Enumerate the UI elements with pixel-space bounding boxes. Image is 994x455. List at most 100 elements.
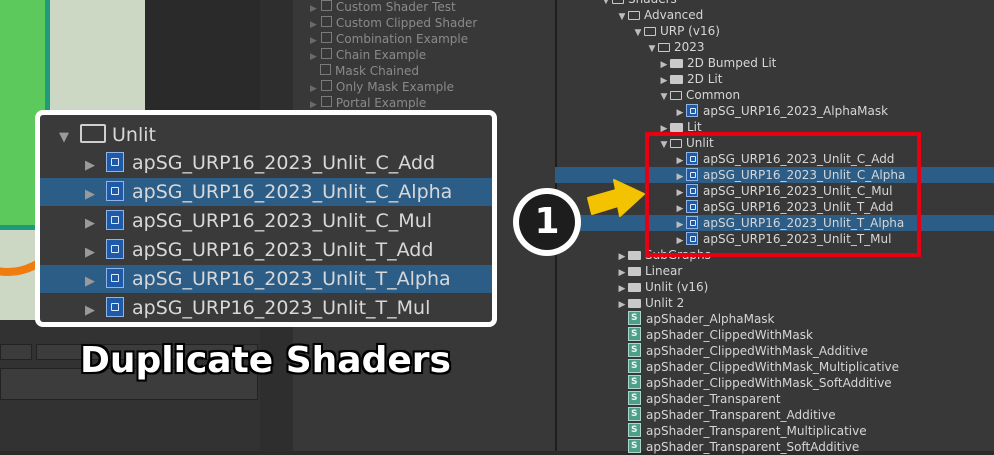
expand-arrow-icon[interactable]: ▶ (310, 52, 317, 62)
folder-icon (628, 267, 641, 276)
project-row-label: 2D Bumped Lit (687, 56, 777, 70)
shader-icon (628, 310, 641, 326)
project-row[interactable]: ▶ Unlit 2 (616, 295, 685, 311)
shader-icon (628, 374, 641, 390)
project-row-label: apShader_ClippedWithMask_SoftAdditive (646, 376, 892, 390)
hierarchy-item[interactable]: ▶ Combination Example (310, 32, 468, 46)
folder-icon (670, 59, 683, 68)
project-row[interactable]: apShader_ClippedWithMask_Multiplicative (616, 358, 899, 375)
collapse-arrow-icon[interactable]: ▼ (600, 0, 612, 9)
expand-arrow-icon[interactable]: ▼ (54, 124, 74, 152)
expand-arrow-icon[interactable]: ▶ (310, 84, 317, 94)
expand-arrow-icon[interactable]: ▶ (310, 4, 317, 14)
gameobject-icon (320, 64, 331, 75)
hierarchy-item-label: Portal Example (335, 96, 427, 110)
shader-icon (628, 326, 641, 342)
hierarchy-item-label: Chain Example (335, 48, 427, 62)
shader-icon (628, 342, 641, 358)
shader-icon (628, 422, 641, 438)
project-row[interactable]: apShader_AlphaMask (616, 310, 775, 327)
project-row[interactable]: ▼ Shaders (600, 0, 677, 7)
project-row[interactable]: ▶ Unlit (v16) (616, 279, 709, 295)
project-row[interactable]: apShader_ClippedWithMask (616, 326, 813, 343)
folder-open-icon (670, 91, 682, 100)
collapse-arrow-icon[interactable]: ▼ (658, 89, 670, 105)
callout-item[interactable]: ▶ apSG_URP16_2023_Unlit_C_Mul (40, 207, 492, 235)
inspector-field[interactable] (0, 344, 32, 360)
hierarchy-item-label: Only Mask Example (335, 80, 455, 94)
callout-item-label: apSG_URP16_2023_Unlit_T_Alpha (132, 268, 451, 290)
gameobject-icon (320, 0, 332, 11)
project-row[interactable]: ▼ 2023 (646, 39, 705, 55)
shadergraph-icon (106, 297, 124, 317)
project-row[interactable]: apShader_Transparent_Additive (616, 406, 836, 423)
expand-arrow-icon[interactable]: ▶ (310, 20, 317, 30)
project-row-label: Linear (645, 264, 683, 278)
shadergraph-icon (106, 181, 124, 201)
callout-item[interactable]: ▶ apSG_URP16_2023_Unlit_T_Mul (40, 294, 492, 322)
shadergraph-icon (106, 152, 124, 172)
hierarchy-item[interactable]: ▶ Portal Example (310, 96, 426, 110)
shadergraph-icon (106, 268, 124, 288)
project-row[interactable]: apShader_Transparent_Multiplicative (616, 422, 867, 439)
expand-arrow-icon[interactable]: ▶ (80, 152, 100, 180)
callout-item[interactable]: ▶ apSG_URP16_2023_Unlit_C_Add (40, 149, 492, 177)
expand-arrow-icon[interactable]: ▶ (80, 268, 100, 296)
project-row-label: Common (686, 88, 741, 102)
hierarchy-item[interactable]: Mask Chained (320, 64, 419, 78)
callout-item[interactable]: ▶ apSG_URP16_2023_Unlit_C_Alpha (40, 178, 492, 206)
folder-open-icon (612, 0, 624, 4)
gameobject-icon (320, 48, 332, 59)
collapse-arrow-icon[interactable]: ▼ (646, 41, 658, 57)
project-row-label: Shaders (628, 0, 677, 6)
gameobject-icon (320, 16, 332, 27)
hierarchy-item[interactable]: ▶ Only Mask Example (310, 80, 454, 94)
hierarchy-item-label: Combination Example (335, 32, 469, 46)
project-row-label: Unlit 2 (645, 296, 685, 310)
project-row[interactable]: apShader_ClippedWithMask_Additive (616, 342, 868, 359)
collapse-arrow-icon[interactable]: ▼ (632, 25, 644, 41)
callout-item-label: apSG_URP16_2023_Unlit_C_Add (132, 152, 436, 174)
shadergraph-icon (106, 239, 124, 259)
callout-folder-row[interactable]: ▼ Unlit (40, 121, 492, 149)
project-row-label: Unlit (v16) (645, 280, 709, 294)
project-row[interactable]: ▶ 2D Lit (658, 71, 723, 87)
project-row-label: URP (v16) (660, 24, 720, 38)
project-row-label: 2D Lit (687, 72, 723, 86)
expand-arrow-icon[interactable]: ▶ (80, 210, 100, 238)
callout-item-label: apSG_URP16_2023_Unlit_C_Alpha (132, 181, 453, 203)
hierarchy-item[interactable]: ▶ Custom Clipped Shader (310, 16, 477, 30)
project-row[interactable]: ▶ 2D Bumped Lit (658, 55, 777, 71)
project-row-label: apSG_URP16_2023_AlphaMask (703, 104, 889, 118)
project-row[interactable]: ▶ Linear (616, 263, 683, 279)
callout-item[interactable]: ▶ apSG_URP16_2023_Unlit_T_Alpha (40, 265, 492, 293)
project-row-label: 2023 (674, 40, 705, 54)
expand-arrow-icon[interactable]: ▶ (80, 181, 100, 209)
project-row[interactable]: ▶ apSG_URP16_2023_AlphaMask (674, 103, 888, 119)
folder-open-icon (80, 124, 106, 143)
project-row[interactable]: ▼ Common (658, 87, 741, 105)
expand-arrow-icon[interactable]: ▶ (80, 239, 100, 267)
shadergraph-icon (686, 104, 698, 117)
zoom-callout: ▼ Unlit ▶ apSG_URP16_2023_Unlit_C_Add ▶ apSG… (35, 110, 497, 327)
project-row-label: Advanced (644, 8, 704, 22)
hierarchy-item-label: Custom Shader Test (335, 0, 456, 14)
expand-arrow-icon[interactable]: ▶ (80, 297, 100, 322)
gameobject-icon (320, 80, 332, 91)
folder-open-icon (658, 43, 670, 52)
project-row[interactable]: ▼ Advanced (616, 7, 704, 25)
shader-icon (628, 406, 641, 422)
hierarchy-item[interactable]: ▶ Chain Example (310, 48, 426, 62)
project-row[interactable]: apShader_Transparent_SoftAdditive (616, 438, 859, 455)
expand-arrow-icon[interactable]: ▶ (310, 100, 317, 110)
shadergraph-icon (106, 210, 124, 230)
expand-arrow-icon[interactable]: ▶ (310, 36, 317, 46)
project-row[interactable]: apShader_Transparent (616, 390, 781, 407)
project-row[interactable]: ▼ URP (v16) (632, 23, 720, 39)
collapse-arrow-icon[interactable]: ▼ (616, 9, 628, 25)
hierarchy-item[interactable]: ▶ Custom Shader Test (310, 0, 456, 14)
project-row[interactable]: apShader_ClippedWithMask_SoftAdditive (616, 374, 892, 391)
project-row-label: apShader_Transparent_Additive (646, 408, 836, 422)
callout-item[interactable]: ▶ apSG_URP16_2023_Unlit_T_Add (40, 236, 492, 264)
project-row-label: apShader_Transparent (646, 392, 781, 406)
